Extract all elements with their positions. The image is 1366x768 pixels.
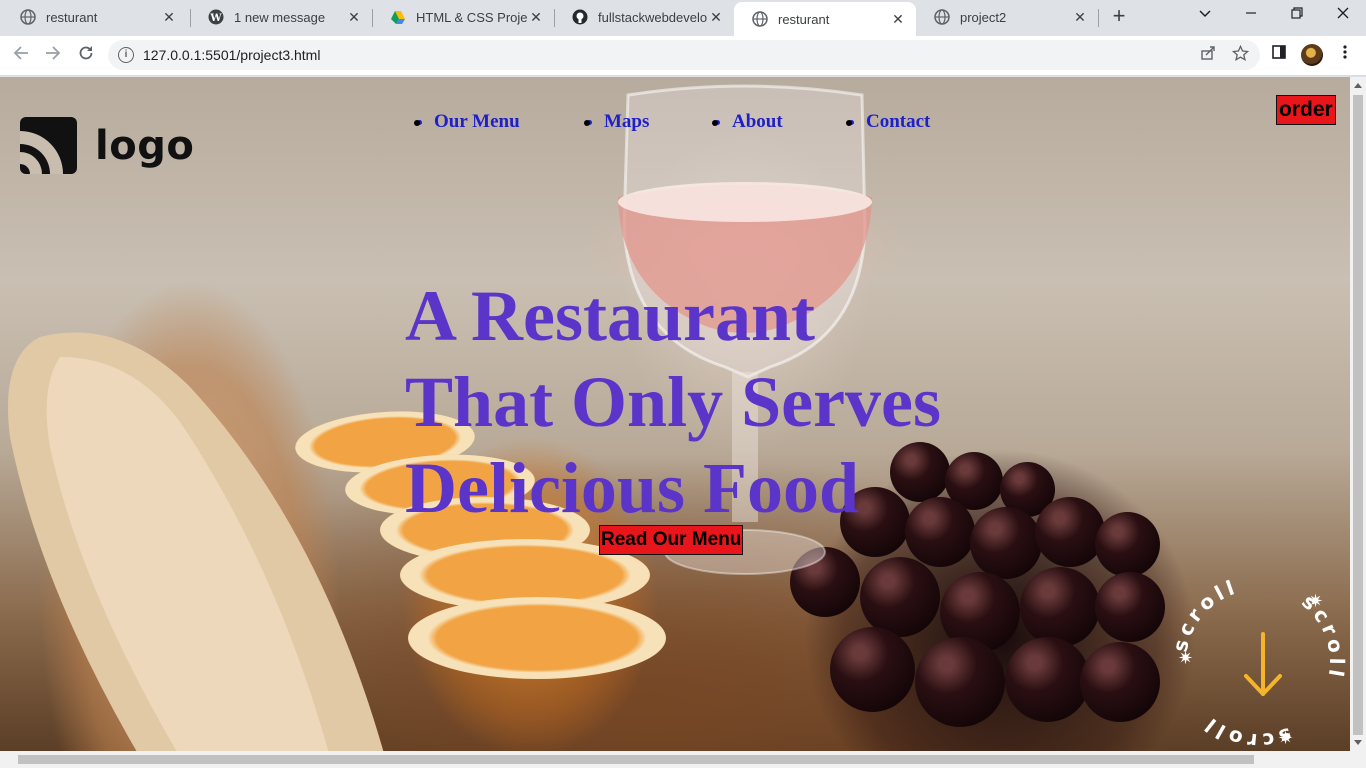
tab-title: fullstackwebdevelopm xyxy=(598,9,708,25)
bookmark-star-icon[interactable] xyxy=(1230,44,1250,65)
tab-project2[interactable]: project2 ✕ xyxy=(916,0,1098,34)
vertical-scroll-thumb[interactable] xyxy=(1353,95,1363,735)
tab-title: resturant xyxy=(778,11,830,27)
site-info-icon[interactable]: i xyxy=(118,47,134,63)
grape xyxy=(1020,567,1100,647)
close-tab-icon[interactable]: ✕ xyxy=(890,11,906,27)
page-viewport: logo Our Menu Maps About Contact order A… xyxy=(0,77,1350,751)
back-arrow-icon[interactable] xyxy=(9,44,33,68)
address-bar[interactable]: i 127.0.0.1:5501/project3.html xyxy=(108,40,1260,70)
svg-text:W: W xyxy=(209,13,222,24)
restore-button[interactable] xyxy=(1283,4,1311,26)
headline-line-2: That Only Serves xyxy=(405,362,942,442)
read-our-menu-button[interactable]: Read Our Menu xyxy=(599,525,744,555)
forward-arrow-icon[interactable] xyxy=(41,44,65,68)
url-text[interactable]: 127.0.0.1:5501/project3.html xyxy=(143,47,320,63)
sparkle-icon: ✷ xyxy=(1178,648,1193,668)
vertical-scrollbar[interactable] xyxy=(1350,77,1366,751)
tab-resturant-active[interactable]: resturant ✕ xyxy=(734,2,916,36)
scroll-badge[interactable]: scroll scroll scroll ✷ ✷ ✷ xyxy=(1168,572,1348,751)
headline-line-3: Delicious Food xyxy=(405,448,860,528)
scroll-up-arrow-icon[interactable] xyxy=(1354,83,1362,88)
browser-tab-strip: resturant ✕ W 1 new message ✕ HTML & CSS… xyxy=(0,0,1366,36)
tab-html-css-project[interactable]: HTML & CSS Project ✕ xyxy=(372,0,554,34)
grape xyxy=(1095,572,1165,642)
close-tab-icon[interactable]: ✕ xyxy=(161,9,177,25)
side-panel-icon[interactable] xyxy=(1267,44,1291,68)
tab-divider xyxy=(1098,9,1099,27)
grape xyxy=(915,637,1005,727)
globe-icon xyxy=(934,9,950,25)
sparkle-icon: ✷ xyxy=(1278,728,1293,748)
tab-search-chevron-icon[interactable] xyxy=(1191,4,1219,26)
order-button[interactable]: order xyxy=(1276,95,1336,125)
wordpress-icon: W xyxy=(208,9,224,25)
tab-resturant-1[interactable]: resturant ✕ xyxy=(2,0,187,34)
minimize-button[interactable] xyxy=(1237,4,1265,26)
horizontal-scroll-thumb[interactable] xyxy=(18,755,1254,764)
close-tab-icon[interactable]: ✕ xyxy=(346,9,362,25)
nav-link-maps[interactable]: Maps xyxy=(583,111,649,133)
tab-title: resturant xyxy=(46,9,98,25)
new-tab-button[interactable]: + xyxy=(1108,5,1130,28)
scroll-down-arrow-icon[interactable] xyxy=(1354,740,1362,745)
tab-title: 1 new message xyxy=(234,9,326,25)
bread-loaf xyxy=(8,332,384,751)
hero-headline: A Restaurant That Only Serves Delicious … xyxy=(405,273,1005,531)
sparkle-icon: ✷ xyxy=(1308,591,1323,611)
reload-icon[interactable] xyxy=(74,44,98,68)
grape xyxy=(1035,497,1105,567)
google-drive-icon xyxy=(390,9,406,25)
tab-new-message[interactable]: W 1 new message ✕ xyxy=(190,0,372,34)
kebab-menu-icon[interactable] xyxy=(1333,44,1357,68)
scroll-ring-text: scroll xyxy=(1168,574,1241,654)
tab-title: HTML & CSS Project xyxy=(416,9,528,25)
close-window-button[interactable] xyxy=(1329,4,1357,26)
profile-avatar[interactable] xyxy=(1301,44,1323,66)
down-arrow-icon xyxy=(1244,632,1282,696)
nav-link-about[interactable]: About xyxy=(712,111,783,133)
rss-logo-icon xyxy=(20,117,77,174)
nav-link-contact[interactable]: Contact xyxy=(845,111,930,133)
globe-icon xyxy=(20,9,36,25)
close-tab-icon[interactable]: ✕ xyxy=(1072,9,1088,25)
grape xyxy=(1080,642,1160,722)
orange-slice xyxy=(408,597,666,679)
tab-title: project2 xyxy=(960,9,1007,25)
grape xyxy=(1095,512,1160,577)
headline-line-1: A Restaurant xyxy=(405,276,815,356)
grape xyxy=(1005,637,1090,722)
nav-link-our-menu[interactable]: Our Menu xyxy=(414,111,520,133)
share-icon[interactable] xyxy=(1198,45,1218,65)
logo-text: logo xyxy=(95,122,195,169)
github-icon xyxy=(572,9,588,25)
browser-toolbar: i 127.0.0.1:5501/project3.html xyxy=(0,36,1366,76)
globe-icon xyxy=(752,11,768,27)
horizontal-scrollbar[interactable] xyxy=(0,751,1366,768)
close-tab-icon[interactable]: ✕ xyxy=(708,9,724,25)
grape xyxy=(830,627,915,712)
close-tab-icon[interactable]: ✕ xyxy=(528,9,544,25)
tab-github[interactable]: fullstackwebdevelopm ✕ xyxy=(554,0,734,34)
site-logo[interactable]: logo xyxy=(20,117,194,174)
scroll-text-1: scroll xyxy=(1168,574,1237,654)
